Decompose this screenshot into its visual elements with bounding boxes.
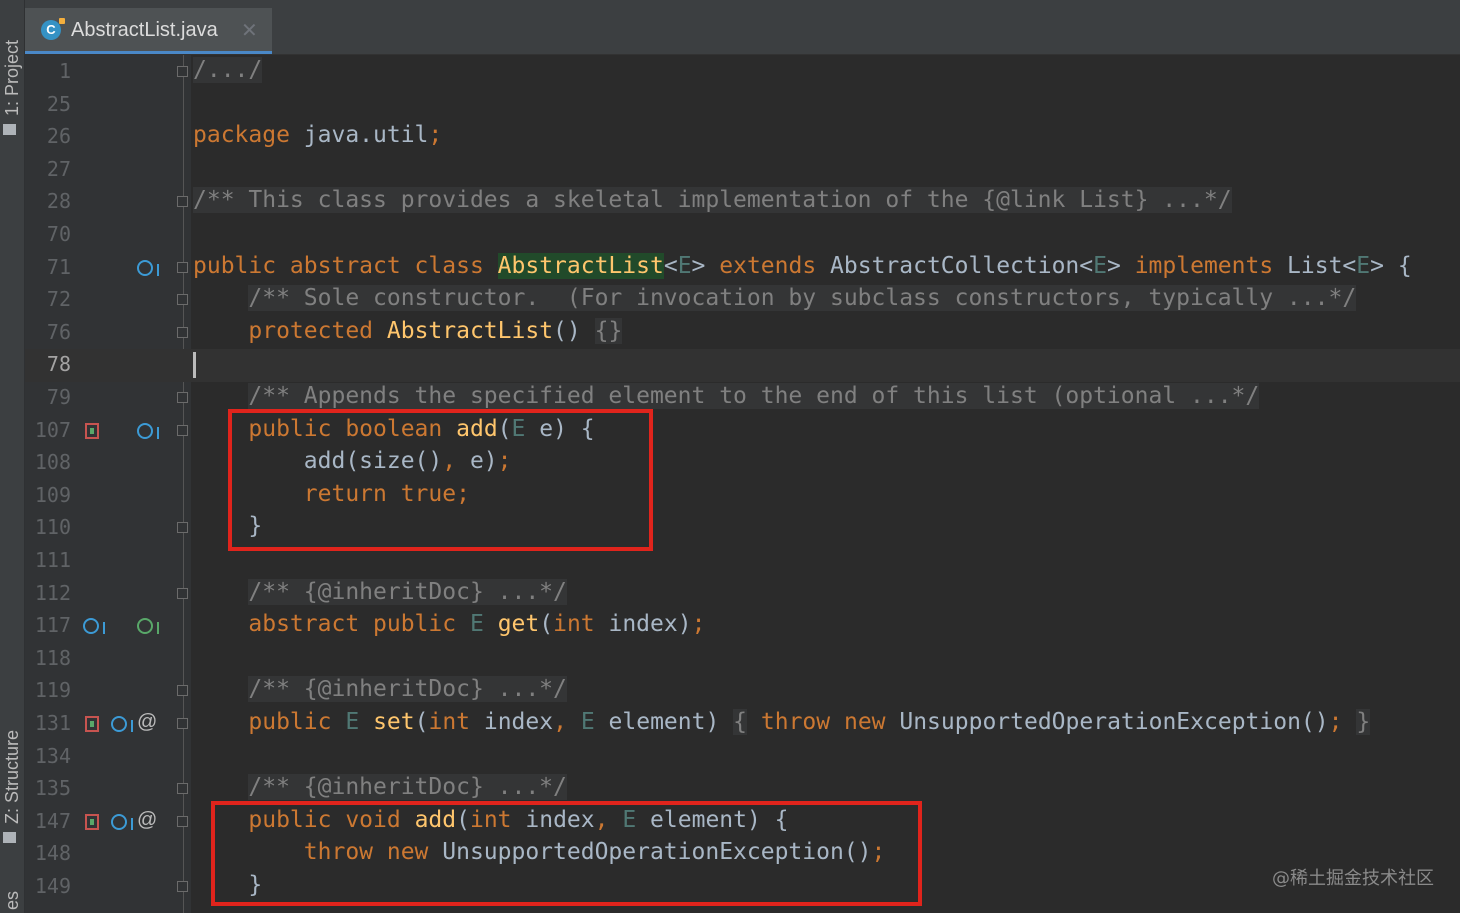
line-number[interactable]: 147 — [25, 809, 71, 833]
fold-marker-icon[interactable] — [177, 424, 188, 436]
code-line[interactable]: 134 — [25, 741, 1460, 774]
line-number[interactable]: 25 — [25, 92, 71, 116]
code-text[interactable]: package java.util; — [193, 122, 442, 148]
code-text[interactable]: public abstract class AbstractList<E> ex… — [193, 252, 1412, 279]
java-class-icon: C — [41, 18, 65, 40]
code-text[interactable]: /** Sole constructor. (For invocation by… — [193, 285, 1357, 312]
fold-marker-icon[interactable] — [177, 261, 188, 273]
overridden-down-icon[interactable] — [137, 422, 159, 439]
line-number[interactable]: 117 — [25, 613, 71, 637]
line-number[interactable]: 149 — [25, 874, 71, 898]
code-line[interactable]: 71 public abstract class AbstractList<E> … — [25, 252, 1460, 285]
fold-marker-icon[interactable] — [177, 294, 188, 306]
line-number[interactable]: 70 — [25, 222, 71, 246]
structure-tool-tab[interactable]: Z: Structure — [0, 700, 24, 850]
line-number[interactable]: 1 — [25, 59, 71, 83]
code-line[interactable]: 117 abstract public E get(int index); — [25, 610, 1460, 643]
fold-marker-icon[interactable] — [177, 392, 188, 403]
line-number[interactable]: 107 — [25, 418, 71, 442]
annotation-icon[interactable]: @ — [137, 809, 157, 831]
line-number[interactable]: 131 — [25, 711, 71, 735]
fold-marker-icon[interactable] — [177, 783, 188, 795]
folder-icon — [3, 124, 16, 135]
structure-icon — [3, 832, 16, 843]
close-icon[interactable]: ✕ — [241, 18, 258, 43]
fold-marker-icon[interactable] — [177, 881, 188, 892]
code-text[interactable]: /** {@inheritDoc} ...*/ — [193, 774, 567, 801]
fold-marker-icon[interactable] — [177, 718, 188, 729]
code-line[interactable]: 70 — [25, 219, 1460, 252]
fold-marker-icon[interactable] — [177, 196, 188, 208]
fold-marker-icon[interactable] — [177, 815, 188, 827]
line-number[interactable]: 72 — [25, 287, 71, 311]
code-line[interactable]: 119 /** {@inheritDoc} ...*/ — [25, 675, 1460, 708]
line-number[interactable]: 118 — [25, 646, 71, 670]
text-cursor — [193, 352, 196, 378]
overridden-down-icon[interactable] — [111, 716, 133, 732]
code-line[interactable]: 112 /** {@inheritDoc} ...*/ — [25, 578, 1460, 611]
code-line[interactable]: 118 — [25, 643, 1460, 676]
highlight-box-add-element — [228, 409, 653, 551]
line-number[interactable]: 111 — [25, 548, 71, 572]
fold-marker-icon[interactable] — [177, 326, 188, 338]
code-text[interactable]: /.../ — [193, 57, 263, 83]
implements-method-icon[interactable] — [85, 813, 99, 830]
bottom-tool-label: es — [2, 890, 22, 910]
code-line[interactable]: 26 package java.util; — [25, 121, 1460, 154]
line-number[interactable]: 79 — [25, 385, 71, 409]
code-text[interactable]: abstract public E get(int index); — [193, 611, 705, 637]
line-number[interactable]: 108 — [25, 450, 71, 474]
code-text[interactable]: public E set(int index, E element) { thr… — [193, 709, 1371, 735]
watermark: @稀土掘金技术社区 — [1272, 868, 1434, 889]
line-number[interactable]: 109 — [25, 483, 71, 507]
overridden-down-icon[interactable] — [137, 618, 159, 635]
code-line[interactable]: 76 protected AbstractList() {} — [25, 317, 1460, 350]
code-line[interactable]: 27 — [25, 154, 1460, 187]
annotation-icon[interactable]: @ — [137, 711, 157, 733]
line-number[interactable]: 119 — [25, 678, 71, 702]
overridden-down-icon[interactable] — [111, 813, 133, 830]
code-line[interactable]: 1 /.../ — [25, 56, 1460, 89]
implements-method-icon[interactable] — [85, 422, 99, 439]
fold-marker-icon[interactable] — [177, 66, 188, 77]
line-number[interactable]: 148 — [25, 841, 71, 865]
line-number[interactable]: 71 — [25, 255, 71, 279]
code-text[interactable]: /** This class provides a skeletal imple… — [193, 187, 1232, 214]
code-text[interactable]: /** Appends the specified element to the… — [193, 383, 1260, 409]
code-text[interactable]: /** {@inheritDoc} ...*/ — [193, 578, 567, 605]
highlight-box-add-index-element — [211, 801, 922, 906]
project-tool-label: 1: Project — [2, 39, 22, 116]
code-line[interactable]: 25 — [25, 89, 1460, 122]
line-number[interactable]: 110 — [25, 515, 71, 539]
tab-abstractlist-java[interactable]: C AbstractList.java ✕ — [25, 8, 272, 54]
fold-marker-icon[interactable] — [177, 685, 188, 697]
fold-marker-icon[interactable] — [177, 522, 188, 534]
implements-method-icon[interactable] — [85, 716, 99, 732]
overridden-down-icon[interactable] — [137, 259, 159, 276]
structure-tool-label: Z: Structure — [2, 729, 22, 824]
tool-window-strip: 1: Project Z: Structure es — [0, 0, 25, 913]
line-number[interactable]: 135 — [25, 776, 71, 800]
line-number[interactable]: 28 — [25, 189, 71, 213]
tab-label: AbstractList.java — [71, 19, 218, 41]
line-number[interactable]: 78 — [25, 352, 71, 376]
line-number[interactable]: 76 — [25, 320, 71, 344]
code-line[interactable]: 28 /** This class provides a skeletal imp… — [25, 186, 1460, 219]
code-line[interactable]: 131 @ public E set(int index, E element) … — [25, 708, 1460, 741]
code-text[interactable]: /** {@inheritDoc} ...*/ — [193, 676, 567, 703]
line-number[interactable]: 134 — [25, 744, 71, 768]
project-tool-tab[interactable]: 1: Project — [0, 0, 24, 140]
overrides-up-icon[interactable] — [83, 618, 105, 635]
editor-tab-bar: C AbstractList.java ✕ — [25, 0, 1460, 55]
line-number[interactable]: 112 — [25, 581, 71, 605]
fold-marker-icon[interactable] — [177, 587, 188, 599]
code-line[interactable]: 72 /** Sole constructor. (For invocation… — [25, 284, 1460, 317]
line-number[interactable]: 26 — [25, 124, 71, 148]
code-line[interactable]: 78 — [25, 349, 1460, 382]
line-number[interactable]: 27 — [25, 157, 71, 181]
code-text[interactable]: protected AbstractList() {} — [193, 317, 623, 344]
bottom-tool-tab[interactable]: es — [0, 880, 24, 913]
